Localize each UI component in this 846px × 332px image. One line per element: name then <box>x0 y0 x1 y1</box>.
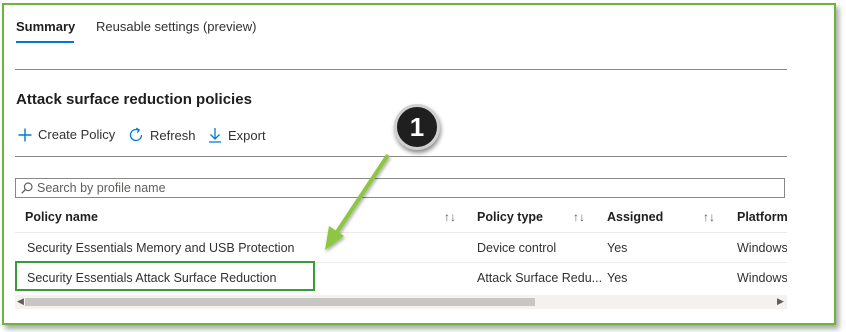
step-number: 1 <box>409 111 425 142</box>
callout-arrow <box>325 153 390 250</box>
step-callout-badge: 1 <box>394 104 440 150</box>
